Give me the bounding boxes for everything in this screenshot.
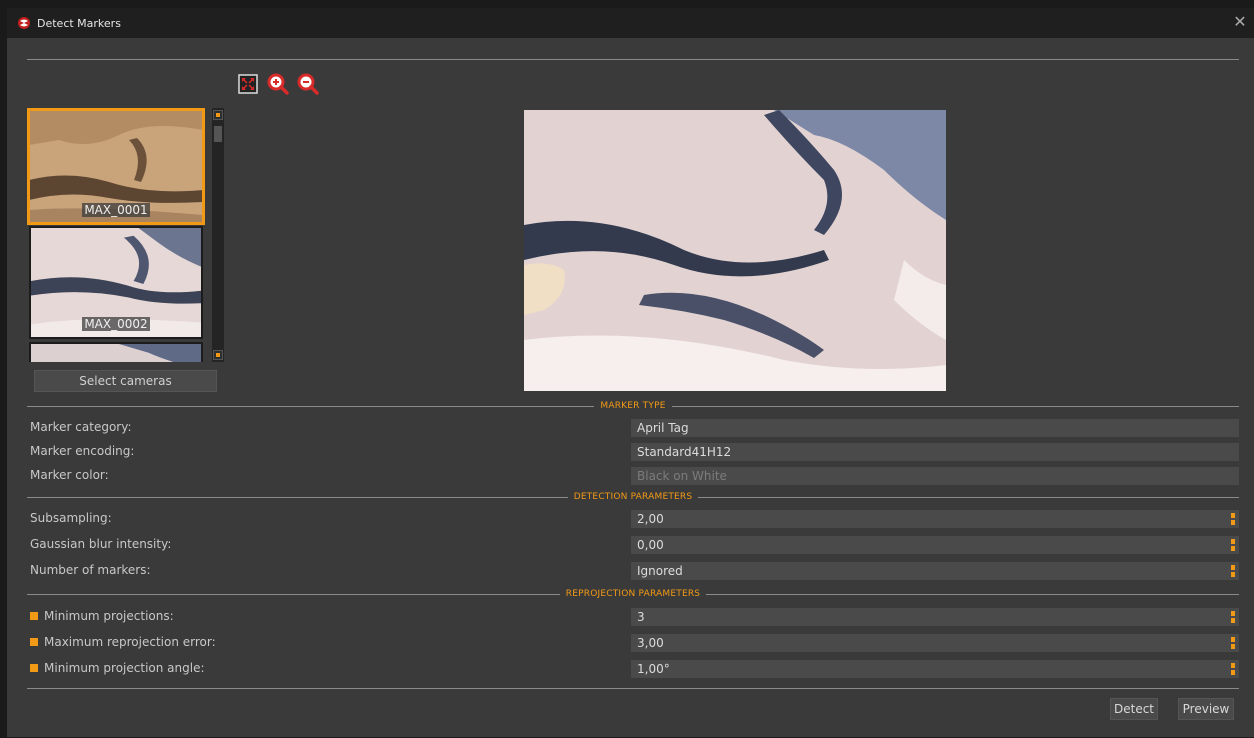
camera-thumbnail[interactable]: MAX_0002 bbox=[29, 226, 203, 339]
camera-thumbnail-selected[interactable]: MAX_0001 bbox=[27, 108, 205, 225]
marker-color-label: Marker color: bbox=[30, 468, 109, 482]
minimum-projections-row: Minimum projections: 3 bbox=[27, 608, 1239, 626]
marker-category-label: Marker category: bbox=[30, 420, 132, 434]
number-of-markers-value: Ignored bbox=[637, 564, 683, 578]
zoom-toolbar bbox=[237, 73, 319, 95]
thumbnail-image bbox=[31, 344, 201, 362]
enable-toggle[interactable] bbox=[30, 612, 38, 620]
enable-toggle[interactable] bbox=[30, 664, 38, 672]
maximum-reprojection-error-label: Maximum reprojection error: bbox=[44, 635, 216, 649]
marker-category-row: Marker category: April Tag bbox=[27, 419, 1239, 437]
maximum-reprojection-error-row: Maximum reprojection error: 3,00 bbox=[27, 634, 1239, 652]
subsampling-value: 2,00 bbox=[637, 512, 664, 526]
enable-toggle[interactable] bbox=[30, 638, 38, 646]
app-logo-icon bbox=[18, 17, 30, 29]
section-title: DETECTION PARAMETERS bbox=[573, 492, 693, 502]
marker-encoding-label: Marker encoding: bbox=[30, 444, 135, 458]
fit-to-view-button[interactable] bbox=[237, 73, 259, 95]
maximum-reprojection-error-value: 3,00 bbox=[637, 636, 664, 650]
number-of-markers-spinbox[interactable]: Ignored bbox=[631, 562, 1239, 580]
minimum-projections-value: 3 bbox=[637, 610, 645, 624]
minimum-projection-angle-value: 1,00° bbox=[637, 662, 670, 676]
gaussian-blur-label: Gaussian blur intensity: bbox=[30, 537, 172, 551]
scrollbar-handle[interactable] bbox=[214, 126, 222, 142]
detect-markers-dialog: Detect Markers ✕ MAX_0001 MAX_0002 Selec… bbox=[7, 8, 1254, 737]
gaussian-blur-value: 0,00 bbox=[637, 538, 664, 552]
fit-to-view-icon bbox=[238, 74, 258, 94]
section-reprojection-parameters: REPROJECTION PARAMETERS bbox=[27, 588, 1240, 600]
gaussian-blur-row: Gaussian blur intensity: 0,00 bbox=[27, 536, 1239, 554]
scroll-down-button[interactable] bbox=[213, 350, 223, 360]
thumbnail-label: MAX_0002 bbox=[82, 317, 150, 331]
section-title: REPROJECTION PARAMETERS bbox=[565, 589, 701, 599]
spin-arrows-icon[interactable] bbox=[1231, 663, 1235, 675]
camera-thumbnail-list[interactable]: MAX_0001 MAX_0002 bbox=[27, 108, 207, 362]
close-icon[interactable]: ✕ bbox=[1232, 14, 1248, 30]
thumbnail-label: MAX_0001 bbox=[82, 203, 150, 217]
preview-image bbox=[524, 110, 946, 391]
maximum-reprojection-error-spinbox[interactable]: 3,00 bbox=[631, 634, 1239, 652]
zoom-out-icon bbox=[297, 73, 319, 95]
select-cameras-button[interactable]: Select cameras bbox=[34, 370, 217, 392]
marker-encoding-select[interactable]: Standard41H12 bbox=[631, 443, 1239, 461]
subsampling-row: Subsampling: 2,00 bbox=[27, 510, 1239, 528]
section-title: MARKER TYPE bbox=[600, 401, 666, 411]
spin-arrows-icon[interactable] bbox=[1231, 611, 1235, 623]
minimum-projections-label: Minimum projections: bbox=[44, 609, 174, 623]
section-marker-type: MARKER TYPE bbox=[27, 400, 1239, 412]
spin-arrows-icon[interactable] bbox=[1231, 637, 1235, 649]
minimum-projections-spinbox[interactable]: 3 bbox=[631, 608, 1239, 626]
subsampling-spinbox[interactable]: 2,00 bbox=[631, 510, 1239, 528]
window-title: Detect Markers bbox=[37, 16, 121, 30]
spin-arrows-icon[interactable] bbox=[1231, 513, 1235, 525]
minimum-projection-angle-row: Minimum projection angle: 1,00° bbox=[27, 660, 1239, 678]
number-of-markers-label: Number of markers: bbox=[30, 563, 151, 577]
scroll-up-button[interactable] bbox=[213, 110, 223, 120]
preview-button[interactable]: Preview bbox=[1178, 698, 1234, 720]
detect-button[interactable]: Detect bbox=[1110, 698, 1158, 720]
minimum-projection-angle-spinbox[interactable]: 1,00° bbox=[631, 660, 1239, 678]
divider bbox=[27, 688, 1239, 689]
subsampling-label: Subsampling: bbox=[30, 511, 112, 525]
thumbnail-scrollbar[interactable] bbox=[212, 108, 224, 362]
gaussian-blur-spinbox[interactable]: 0,00 bbox=[631, 536, 1239, 554]
image-preview[interactable] bbox=[524, 110, 946, 391]
marker-category-select[interactable]: April Tag bbox=[631, 419, 1239, 437]
zoom-in-icon bbox=[267, 73, 289, 95]
spin-arrows-icon[interactable] bbox=[1231, 565, 1235, 577]
camera-thumbnail[interactable] bbox=[29, 342, 203, 362]
minimum-projection-angle-label: Minimum projection angle: bbox=[44, 661, 205, 675]
marker-color-select: Black on White bbox=[631, 467, 1239, 485]
zoom-in-button[interactable] bbox=[267, 73, 289, 95]
title-bar: Detect Markers ✕ bbox=[7, 8, 1254, 38]
zoom-out-button[interactable] bbox=[297, 73, 319, 95]
spin-arrows-icon[interactable] bbox=[1231, 539, 1235, 551]
marker-encoding-row: Marker encoding: Standard41H12 bbox=[27, 443, 1239, 461]
number-of-markers-row: Number of markers: Ignored bbox=[27, 562, 1239, 580]
section-detection-parameters: DETECTION PARAMETERS bbox=[27, 491, 1240, 503]
divider bbox=[27, 59, 1239, 60]
marker-color-row: Marker color: Black on White bbox=[27, 467, 1239, 485]
